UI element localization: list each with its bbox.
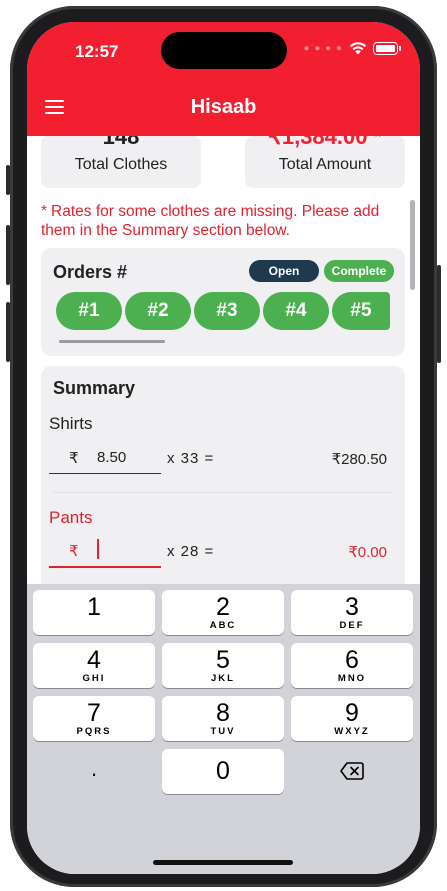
- missing-rates-warning: * Rates for some clothes are missing. Ple…: [41, 202, 381, 240]
- key-9[interactable]: 9 WXYZ: [291, 696, 413, 741]
- key-0[interactable]: 0: [162, 749, 284, 794]
- key-digit: 6: [345, 646, 359, 674]
- total-clothes-label: Total Clothes: [74, 156, 168, 173]
- key-5[interactable]: 5 JKL: [162, 643, 284, 688]
- complete-filter-button[interactable]: Complete: [324, 260, 394, 282]
- total-amount-label: Total Amount: [278, 156, 372, 173]
- key-digit: 7: [87, 699, 101, 727]
- key-2[interactable]: 2 ABC: [162, 590, 284, 635]
- key-digit: 9: [345, 699, 359, 727]
- key-7[interactable]: 7 PQRS: [33, 696, 155, 741]
- status-time: 12:57: [75, 42, 119, 61]
- dynamic-island: [161, 32, 287, 69]
- pants-total: ₹0.00: [348, 544, 387, 561]
- total-amount-card: ₹1,384.00 * Total Amount: [245, 136, 405, 188]
- key-3[interactable]: 3 DEF: [291, 590, 413, 635]
- total-clothes-value: 148: [102, 136, 140, 149]
- item-name-shirts: Shirts: [49, 414, 93, 433]
- scrollbar[interactable]: [410, 200, 415, 290]
- backspace-icon: [340, 762, 364, 780]
- key-8[interactable]: 8 TUV: [162, 696, 284, 741]
- key-digit: 4: [87, 646, 101, 674]
- app-header: 12:57 ● ● ● ● Hisaab: [27, 22, 420, 136]
- summary-title: Summary: [53, 378, 136, 398]
- order-chip[interactable]: #4: [263, 292, 329, 330]
- home-indicator[interactable]: [153, 860, 293, 865]
- key-letters: ABC: [209, 620, 237, 631]
- currency-symbol: ₹: [69, 450, 79, 467]
- key-4[interactable]: 4 GHI: [33, 643, 155, 688]
- screen: 12:57 ● ● ● ● Hisaab 148 Total Clothes ₹…: [27, 22, 420, 874]
- key-6[interactable]: 6 MNO: [291, 643, 413, 688]
- shirts-quantity: x 33 =: [167, 450, 215, 467]
- order-chip[interactable]: #5: [332, 292, 390, 330]
- orders-scroll-indicator: [59, 340, 165, 343]
- battery-icon: [373, 41, 401, 55]
- backspace-key[interactable]: [291, 749, 413, 794]
- orders-card: Orders # Open Complete #1 #2 #3 #4 #5: [41, 248, 405, 356]
- order-chip[interactable]: #1: [56, 292, 122, 330]
- signal-icon: ● ● ● ●: [303, 42, 343, 54]
- key-digit: 5: [216, 646, 230, 674]
- key-1[interactable]: 1: [33, 590, 155, 635]
- pants-rate-input[interactable]: ₹: [49, 534, 161, 568]
- total-amount-value: ₹1,384.00 *: [267, 136, 383, 149]
- numeric-keyboard: 1 2 ABC 3 DEF 4 GHI 5 JKL 6 MNO 7 PQRS 8 TUV 9W…: [27, 584, 420, 874]
- item-name-pants: Pants: [49, 508, 93, 527]
- phone: 12:57 ● ● ● ● Hisaab 148 Total Clothes ₹…: [0, 0, 447, 891]
- shirts-rate-value: 8.50: [97, 449, 127, 466]
- key-letters: PQRS: [76, 726, 112, 737]
- wifi-icon: [349, 42, 367, 55]
- status-icons: ● ● ● ●: [303, 41, 401, 55]
- text-cursor: [97, 539, 99, 559]
- key-letters: MNO: [337, 673, 367, 684]
- total-clothes-card: 148 Total Clothes: [41, 136, 201, 188]
- key-letters: WXYZ: [334, 726, 370, 737]
- summary-card: Summary Shirts ₹ 8.50 x 33 = ₹280.50 Pan…: [41, 366, 405, 584]
- key-letters: DEF: [339, 620, 365, 631]
- pants-quantity: x 28 =: [167, 543, 215, 560]
- key-dot: .: [90, 756, 98, 781]
- key-digit: 1: [87, 593, 101, 621]
- power-button: [437, 265, 441, 363]
- open-filter-button[interactable]: Open: [249, 260, 319, 282]
- key-digit: 3: [345, 593, 359, 621]
- warning-text: Rates for some clothes are missing. Plea…: [41, 203, 380, 239]
- currency-symbol: ₹: [69, 543, 79, 560]
- order-chip[interactable]: #2: [125, 292, 191, 330]
- shirts-total: ₹280.50: [331, 451, 387, 468]
- key-digit: 2: [216, 593, 230, 621]
- key-letters: GHI: [82, 673, 106, 684]
- key-digit: 8: [216, 699, 230, 727]
- shirts-rate-input[interactable]: ₹ 8.50: [49, 441, 161, 474]
- key-letters: JKL: [211, 673, 235, 684]
- key-letters: TUV: [210, 726, 236, 737]
- key-digit: 0: [216, 757, 230, 785]
- main-content: 148 Total Clothes ₹1,384.00 * Total Amou…: [27, 136, 420, 584]
- divider: [53, 492, 393, 493]
- warning-star: *: [41, 203, 48, 220]
- order-chip[interactable]: #3: [194, 292, 260, 330]
- key-decimal[interactable]: .: [33, 749, 155, 794]
- orders-title: Orders #: [53, 262, 128, 282]
- app-title: Hisaab: [190, 96, 257, 118]
